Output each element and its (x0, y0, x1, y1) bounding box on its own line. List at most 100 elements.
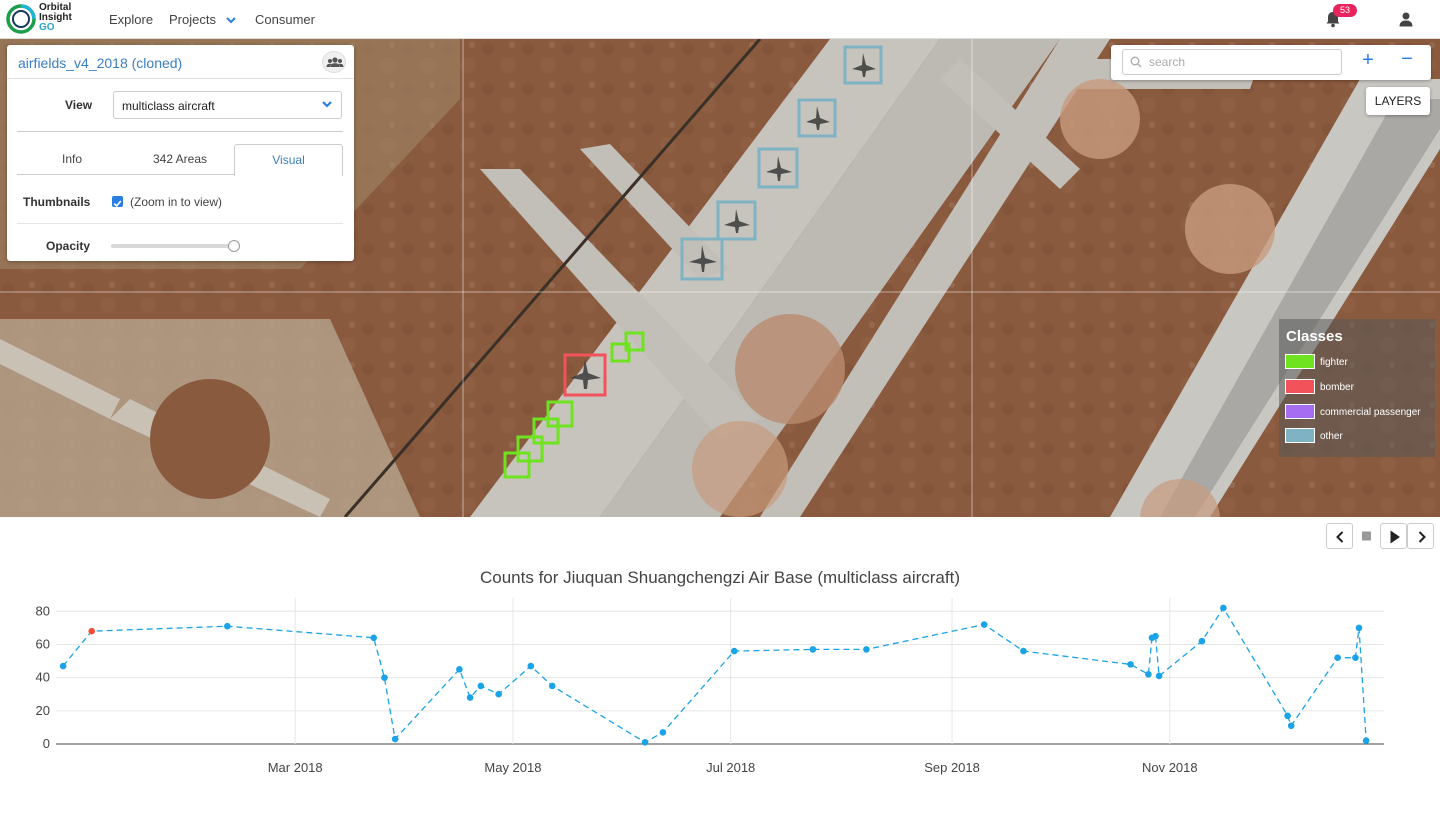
stop-button[interactable] (1353, 523, 1380, 549)
data-point (381, 674, 388, 681)
legend-swatch (1285, 428, 1315, 443)
classes-legend: Classes fighter bomber commercial passen… (1279, 319, 1435, 457)
data-point (1020, 647, 1027, 655)
tab-info[interactable]: Info (17, 144, 127, 175)
data-point (1355, 624, 1363, 632)
logo-text: Orbital Insight GO (39, 3, 72, 33)
legend-title: Classes (1286, 328, 1343, 345)
data-point (1152, 632, 1159, 640)
users-icon (326, 57, 344, 67)
data-point (1155, 672, 1163, 680)
view-select[interactable]: multiclass aircraft (113, 91, 342, 119)
play-icon (1390, 530, 1400, 544)
x-tick-label: Nov 2018 (1142, 760, 1198, 775)
data-point (980, 621, 988, 628)
data-point (456, 666, 463, 673)
data-point (1127, 661, 1134, 668)
data-point (224, 622, 231, 630)
data-point (809, 646, 817, 653)
view-select-value: multiclass aircraft (122, 99, 215, 113)
data-point (1352, 654, 1359, 662)
data-point (527, 662, 535, 670)
opacity-slider-handle[interactable] (228, 240, 240, 252)
legend-label: other (1320, 431, 1343, 442)
divider (7, 78, 354, 79)
checkmark-icon (113, 200, 122, 208)
legend-label: bomber (1320, 382, 1354, 393)
x-tick-label: Jul 2018 (706, 760, 755, 775)
chart-title: Counts for Jiuquan Shuangchengzi Air Bas… (479, 568, 960, 587)
highlighted-data-point (88, 627, 95, 635)
share-button[interactable] (322, 51, 346, 73)
y-tick-label: 40 (36, 670, 50, 685)
notification-count-badge: 53 (1333, 4, 1357, 17)
data-point (548, 682, 556, 690)
data-point (659, 729, 667, 736)
nav-explore[interactable]: Explore (109, 12, 153, 27)
chevron-down-icon (322, 101, 332, 108)
x-tick-label: Mar 2018 (268, 760, 323, 775)
thumbnails-label: Thumbnails (23, 195, 91, 209)
data-point (1198, 637, 1206, 645)
divider (17, 223, 343, 224)
data-point (391, 735, 399, 743)
tab-areas[interactable]: 342 Areas (125, 144, 235, 175)
layers-button[interactable]: LAYERS (1366, 87, 1430, 115)
y-tick-label: 80 (36, 603, 50, 618)
play-button[interactable] (1380, 523, 1407, 549)
nav-projects[interactable]: Projects (169, 12, 236, 27)
orbital-insight-logo[interactable] (6, 4, 36, 34)
thumbnails-hint: (Zoom in to view) (130, 195, 223, 209)
data-point (1287, 722, 1295, 730)
user-account-icon[interactable] (1398, 11, 1414, 27)
data-point (477, 682, 485, 690)
data-point (1145, 671, 1152, 678)
data-point (1284, 712, 1291, 720)
data-point (466, 694, 474, 701)
chevron-left-icon (1336, 531, 1344, 543)
data-point (1334, 654, 1341, 662)
legend-swatch (1285, 354, 1315, 369)
data-point (863, 646, 870, 653)
legend-label: commercial passenger (1320, 407, 1421, 418)
data-point (730, 647, 738, 655)
stop-icon (1362, 531, 1371, 541)
search-input[interactable] (1122, 49, 1342, 75)
y-tick-label: 0 (43, 736, 50, 751)
y-tick-label: 20 (36, 703, 50, 718)
data-point (59, 662, 67, 670)
series-line (62, 606, 1367, 744)
tab-visual[interactable]: Visual (234, 144, 343, 176)
data-point (641, 739, 649, 746)
legend-swatch (1285, 379, 1315, 394)
divider (17, 131, 343, 132)
logo-line-3: GO (39, 22, 55, 33)
project-title[interactable]: airfields_v4_2018 (cloned) (18, 55, 182, 71)
layer-settings-panel: airfields_v4_2018 (cloned) View multicla… (7, 45, 354, 261)
top-nav-bar: Orbital Insight GO Explore Projects Cons… (0, 0, 1440, 39)
data-point (1362, 737, 1370, 744)
zoom-out-button[interactable]: − (1398, 48, 1416, 71)
chevron-right-icon (1418, 531, 1426, 543)
thumbnails-checkbox[interactable] (112, 196, 123, 208)
search-icon (1130, 56, 1142, 68)
chevron-down-icon (225, 17, 236, 24)
data-point (370, 634, 378, 642)
nav-projects-label: Projects (169, 12, 216, 27)
opacity-label: Opacity (46, 239, 91, 253)
data-point (1220, 604, 1227, 612)
zoom-in-button[interactable]: + (1359, 49, 1377, 72)
opacity-slider-track[interactable] (111, 244, 236, 248)
previous-button[interactable] (1326, 523, 1353, 549)
map-search-bar: + − (1111, 45, 1431, 80)
legend-swatch (1285, 404, 1315, 419)
x-tick-label: Sep 2018 (924, 760, 980, 775)
next-button[interactable] (1407, 523, 1434, 549)
counts-line-chart[interactable]: 0 20 40 60 80 Mar 2018 May 2018 Jul 2018 Sep 201… (0, 590, 1440, 790)
data-point (495, 690, 502, 698)
nav-consumer[interactable]: Consumer (255, 12, 315, 27)
x-tick-label: May 2018 (484, 760, 541, 775)
legend-label: fighter (1320, 357, 1348, 368)
y-tick-label: 60 (36, 636, 50, 651)
view-label: View (65, 98, 93, 112)
